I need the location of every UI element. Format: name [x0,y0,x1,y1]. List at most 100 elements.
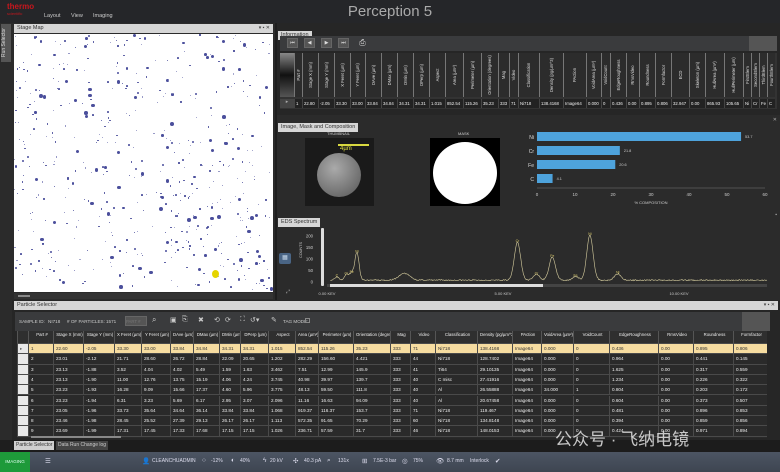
particle-marker[interactable] [90,201,94,205]
particle-marker[interactable] [103,192,106,194]
particle-marker[interactable] [14,247,16,249]
particle-marker[interactable] [22,174,24,176]
particle-marker[interactable] [110,266,112,268]
particle-marker[interactable] [137,91,140,94]
particle-marker[interactable] [266,269,268,271]
particle-marker[interactable] [80,258,82,260]
particle-marker[interactable] [125,252,128,254]
export-icon[interactable]: ⎘ [182,316,188,324]
particle-marker[interactable] [187,140,189,142]
particle-marker[interactable] [197,225,200,228]
particle-marker[interactable] [195,92,198,95]
particle-marker[interactable] [174,151,176,154]
particle-marker[interactable] [151,225,153,227]
particle-marker[interactable] [268,53,270,55]
particle-marker[interactable] [243,275,246,277]
particle-marker[interactable] [155,192,158,194]
particle-marker[interactable] [14,165,18,168]
particle-marker[interactable] [192,192,194,194]
particle-marker[interactable] [117,45,119,47]
particle-marker[interactable] [88,200,90,202]
info-column-header[interactable]: Part # [294,53,302,97]
particle-marker[interactable] [205,56,209,60]
particle-marker[interactable] [263,260,265,262]
particle-marker[interactable] [139,37,141,39]
particle-marker[interactable] [39,93,44,98]
info-column-header[interactable]: Stage Y (mm) [318,53,334,97]
particle-marker[interactable] [94,168,99,172]
particle-marker[interactable] [106,170,108,173]
particle-marker[interactable] [237,67,241,71]
particle-marker[interactable] [141,255,143,257]
particle-marker[interactable] [216,36,218,38]
particle-marker[interactable] [202,245,204,248]
particle-marker[interactable] [125,87,127,90]
info-column-header[interactable]: Classification [518,53,539,97]
particle-marker[interactable] [128,144,131,146]
particle-marker[interactable] [116,80,120,84]
particle-marker[interactable] [27,107,29,109]
particle-marker[interactable] [186,218,191,223]
particle-marker[interactable] [107,117,110,119]
particle-marker[interactable] [73,269,75,271]
particle-marker[interactable] [230,201,232,203]
particle-marker[interactable] [86,249,89,251]
particle-marker[interactable] [33,100,35,102]
particle-marker[interactable] [107,121,109,123]
particle-marker[interactable] [87,43,89,45]
particle-marker[interactable] [231,158,234,161]
particle-marker[interactable] [14,121,17,123]
particle-marker[interactable] [176,215,179,217]
particle-marker[interactable] [193,216,197,220]
save-icon[interactable]: ▣ [170,316,177,324]
particle-marker[interactable] [217,36,220,39]
particle-marker[interactable] [18,87,21,90]
table-header-row[interactable]: Part # Stage X (mm) Stage Y (mm) X Feret (µ… [17,331,767,344]
particle-marker[interactable] [189,245,191,247]
particle-marker[interactable] [182,41,186,45]
particle-marker[interactable] [207,126,210,128]
particle-marker[interactable] [249,161,251,163]
particle-marker[interactable] [28,165,31,167]
particle-marker[interactable] [111,234,114,237]
particle-marker[interactable] [221,67,226,71]
column-header[interactable]: X Feret (µm) [114,331,141,344]
particle-marker[interactable] [136,201,138,203]
column-header[interactable]: EdgeRoughness [609,331,658,344]
particle-marker[interactable] [199,34,201,36]
particle-marker[interactable] [16,97,18,99]
particle-marker[interactable] [88,81,90,83]
particle-marker[interactable] [42,243,44,245]
particle-marker[interactable] [232,138,234,140]
particle-marker[interactable] [20,253,22,255]
particle-marker[interactable] [14,266,18,270]
particle-marker[interactable] [30,54,32,56]
particle-marker[interactable] [19,139,20,141]
particle-marker[interactable] [114,246,117,248]
info-column-header[interactable]: SecondElem [751,53,759,97]
row-selector[interactable] [17,416,28,427]
table-row[interactable]: 3 23.13 -1.88 3.52 4.04 4.02 5.49 1.59 1.63 3.462… [17,364,767,375]
particle-marker[interactable] [182,246,184,248]
particle-marker[interactable] [224,278,226,280]
particle-marker[interactable] [240,265,243,267]
particle-marker[interactable] [15,44,17,46]
particle-marker[interactable] [63,211,65,213]
tag-icon[interactable]: ⟲ [214,316,220,324]
particle-marker[interactable] [165,137,167,139]
particle-marker[interactable] [71,182,75,186]
particle-marker[interactable] [209,187,210,189]
particle-marker[interactable] [177,57,179,59]
particle-marker[interactable] [98,133,100,135]
particle-marker[interactable] [113,37,115,39]
particle-marker[interactable] [74,46,77,49]
particle-marker[interactable] [245,225,248,228]
particle-marker[interactable] [247,229,251,234]
particle-marker[interactable] [258,104,261,107]
column-header[interactable]: Area (µm²) [295,331,318,344]
particle-marker[interactable] [58,63,61,66]
particle-marker[interactable] [109,262,111,264]
particle-marker[interactable] [64,125,66,127]
particle-marker[interactable] [38,260,40,262]
particle-marker[interactable] [172,176,174,178]
